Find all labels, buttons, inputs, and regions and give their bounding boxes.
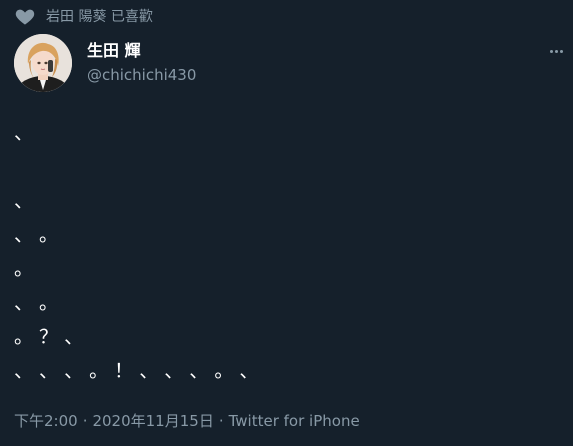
heart-icon [14,5,36,27]
tweet-card: 岩田 陽葵 已喜歡 生田 輝 @chichichi430 、 、 、 。 。 、… [0,0,573,446]
tweet-date[interactable]: 2020年11月15日 [92,410,213,431]
tweet-text: 、 、 、 。 。 、 。 。 ？ 、 、 、 、 。 ！ 、 、 、 。 、 [14,116,554,388]
more-dot-icon [559,49,563,53]
tweet-line: 、 [14,122,34,144]
tweet-time[interactable]: 下午2:00 [14,410,78,431]
more-dot-icon [554,49,558,53]
tweet-line: 、 [14,190,34,212]
tweet-line [14,150,554,184]
tweet-line: 、 。 [14,224,59,246]
author-name[interactable]: 生田 輝 [87,40,196,62]
author-info: 生田 輝 @chichichi430 [87,40,196,85]
social-context: 岩田 陽葵 已喜歡 [14,5,153,27]
tweet-metadata: 下午2:00 · 2020年11月15日 · Twitter for iPhon… [14,410,360,431]
tweet-line: 、 。 [14,292,59,314]
social-context-text[interactable]: 岩田 陽葵 已喜歡 [46,6,153,26]
author-handle[interactable]: @chichichi430 [87,65,196,85]
tweet-source[interactable]: Twitter for iPhone [229,412,360,430]
avatar[interactable] [14,34,72,92]
tweet-line: 。 ？ 、 [14,326,84,348]
meta-separator: · [82,411,88,430]
meta-separator: · [218,411,224,430]
more-options-button[interactable] [545,40,567,62]
more-dot-icon [549,49,553,53]
tweet-line: 。 [14,258,34,280]
tweet-line: 、 、 、 。 ！ 、 、 、 。 、 [14,360,259,382]
